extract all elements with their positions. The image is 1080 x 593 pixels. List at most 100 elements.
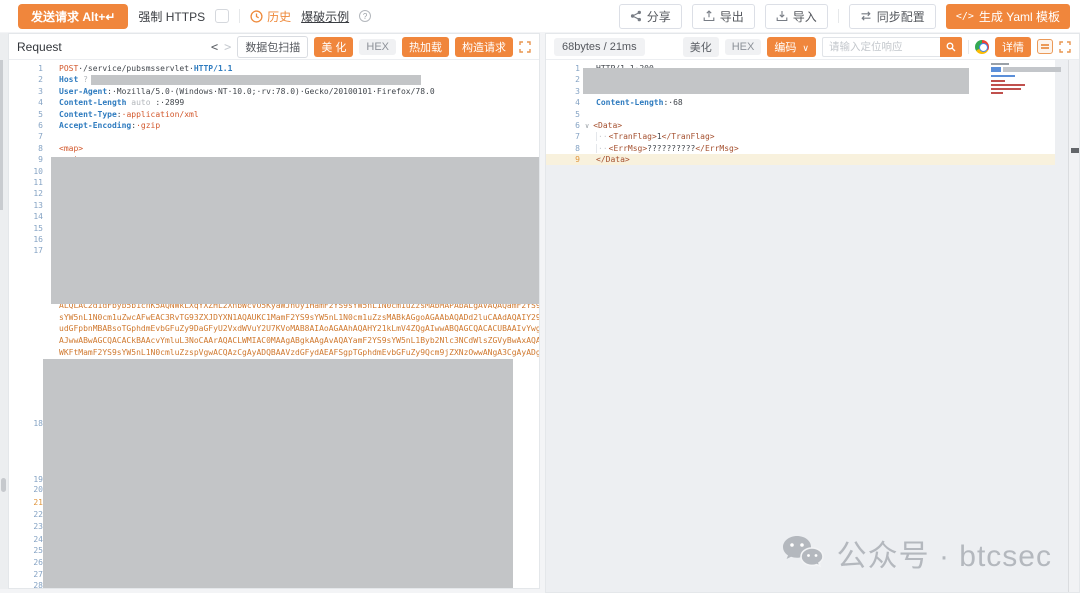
search-icon	[946, 42, 956, 52]
generate-yaml-button[interactable]: </> 生成 Yaml 模板	[946, 4, 1070, 29]
code-token: </TranFlag>	[662, 132, 715, 141]
redaction-inline	[91, 75, 421, 85]
help-icon[interactable]: ?	[359, 10, 371, 22]
line-number: 18	[9, 418, 43, 429]
history-label: 历史	[267, 8, 291, 25]
wrapped-payload-text: ALQLAC2d1dFbyb5b1cnK5AQNWkLXqYXZHL2XnbWc…	[59, 300, 539, 359]
line-number: 13	[9, 200, 43, 211]
send-request-button[interactable]: 发送请求 Alt+↵	[18, 4, 128, 29]
code-token: <map>	[59, 144, 83, 153]
import-button[interactable]: 导入	[765, 4, 828, 29]
detail-button[interactable]: 详情	[995, 37, 1031, 57]
line-number: 4	[546, 97, 580, 108]
encode-dropdown[interactable]: 编码 ∨	[767, 37, 816, 57]
code-token: HTTP/1.1	[194, 64, 233, 73]
line-number: 3	[546, 86, 580, 97]
history-forward-button[interactable]: >	[224, 40, 231, 54]
divider	[838, 9, 839, 23]
line-number: 17	[9, 245, 43, 256]
divider	[239, 9, 240, 23]
code-token: ??????????	[647, 144, 695, 153]
watermark-text: 公众号 · btcsec	[837, 531, 1052, 575]
request-editor[interactable]: 1234567891011121314151617181920212223242…	[9, 60, 539, 588]
line-number: 5	[9, 109, 43, 120]
left-scroll-strip[interactable]	[0, 33, 8, 589]
code-token: Content-Type	[59, 110, 117, 119]
line-number: 6	[9, 120, 43, 131]
line-number: 4	[9, 97, 43, 108]
import-label: 导入	[793, 8, 817, 25]
attack-example-label: 爆破示例	[301, 8, 349, 25]
line-number: 6	[546, 120, 580, 131]
fullscreen-icon[interactable]	[1059, 41, 1071, 53]
chevron-down-icon: ∨	[802, 43, 809, 53]
response-editor[interactable]: 123456789HTTP/1.1·200Content-Length:·68∨…	[546, 60, 1079, 592]
code-token: User-Agent	[59, 87, 107, 96]
locate-response-search	[822, 37, 962, 57]
hot-reload-button[interactable]: 热加载	[402, 37, 449, 57]
fullscreen-icon[interactable]	[519, 41, 531, 53]
editor-scrollbar[interactable]	[1068, 60, 1079, 592]
send-request-label: 发送请求 Alt+↵	[31, 8, 115, 25]
scrollbar-thumb[interactable]	[1, 478, 6, 492]
line-number: 7	[546, 131, 580, 142]
response-beautify-button[interactable]: 美化	[683, 37, 719, 57]
packet-scan-button[interactable]: 数据包扫描	[237, 36, 308, 58]
line-number: 8	[546, 143, 580, 154]
construct-request-button[interactable]: 构造请求	[455, 37, 513, 57]
search-button[interactable]	[940, 37, 962, 57]
code-token: :·68	[663, 98, 682, 107]
response-header: 68bytes / 21ms 美化 HEX 编码 ∨ 详情	[546, 34, 1079, 60]
code-line: Accept-Encoding:·gzip	[59, 120, 160, 131]
code-token: <TranFlag>	[609, 132, 657, 141]
response-hex-button[interactable]: HEX	[725, 39, 762, 55]
code-token: ?	[78, 75, 88, 84]
sync-config-button[interactable]: 同步配置	[849, 4, 936, 29]
export-button[interactable]: 导出	[692, 4, 755, 29]
code-token: :·Mozilla/5.0·(Windows·NT·10.0;·rv:78.0)…	[107, 87, 435, 96]
export-label: 导出	[720, 8, 744, 25]
redaction-box	[43, 359, 513, 588]
scrollbar-thumb[interactable]	[0, 60, 3, 210]
code-token: </Data>	[596, 155, 630, 164]
line-number: 25	[9, 545, 43, 556]
share-button[interactable]: 分享	[619, 4, 682, 29]
code-line: User-Agent:·Mozilla/5.0·(Windows·NT·10.0…	[59, 86, 435, 97]
line-number: 1	[9, 63, 43, 74]
beautify-button[interactable]: 美 化	[314, 37, 353, 57]
line-number: 2	[9, 74, 43, 85]
encode-label: 编码	[774, 42, 796, 54]
line-number: 7	[9, 131, 43, 142]
line-number: 23	[9, 521, 43, 532]
code-token: POST	[59, 64, 78, 73]
request-panel: Request < > 数据包扫描 美 化 HEX 热加载 构造请求 1 23 45…	[8, 33, 540, 589]
code-line: ··<TranFlag>1</TranFlag>	[596, 131, 715, 142]
scrollbar-thumb[interactable]	[1071, 148, 1079, 153]
force-https-label: 强制 HTTPS	[138, 8, 205, 25]
line-number: 5	[546, 109, 580, 120]
wechat-icon	[781, 535, 825, 571]
comment-icon[interactable]	[1037, 39, 1053, 54]
search-input[interactable]	[822, 37, 940, 57]
history-button[interactable]: 历史	[250, 8, 291, 25]
code-token: ··	[596, 144, 608, 153]
open-in-browser-icon[interactable]	[975, 40, 989, 54]
hex-button[interactable]: HEX	[359, 39, 396, 55]
code-token: Host	[59, 75, 78, 84]
force-https-checkbox[interactable]	[215, 9, 229, 23]
share-label: 分享	[647, 8, 671, 25]
response-stats-badge: 68bytes / 21ms	[554, 38, 645, 56]
redaction-box	[583, 68, 969, 94]
minimap[interactable]	[991, 62, 1065, 104]
code-token: ∨	[585, 122, 589, 130]
line-number: 26	[9, 557, 43, 568]
response-panel: 68bytes / 21ms 美化 HEX 编码 ∨ 详情	[545, 33, 1080, 593]
code-token: ·application/xml	[122, 110, 199, 119]
line-number: 9	[546, 154, 580, 165]
line-number: 27	[9, 569, 43, 580]
attack-example-link[interactable]: 爆破示例	[301, 8, 349, 25]
request-header: Request < > 数据包扫描 美 化 HEX 热加载 构造请求	[9, 34, 539, 60]
line-number: 2	[546, 74, 580, 85]
history-back-button[interactable]: <	[211, 40, 218, 54]
import-icon	[776, 10, 788, 22]
